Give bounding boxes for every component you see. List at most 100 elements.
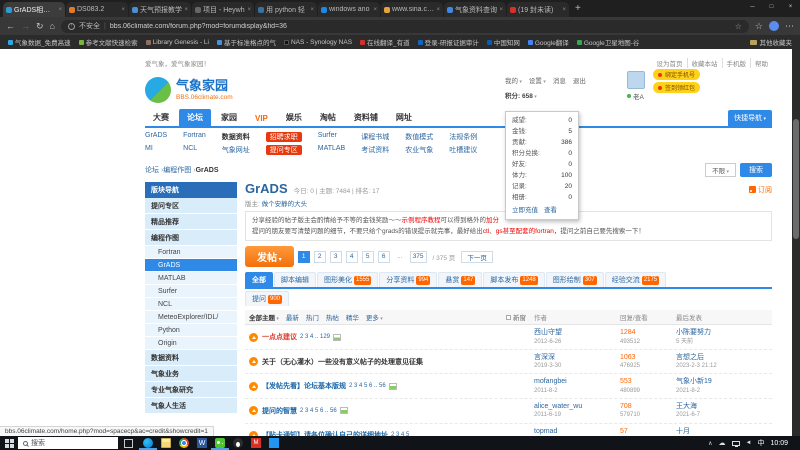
new-post-button[interactable]: 发帖 — [245, 246, 294, 267]
tab-close-icon[interactable]: × — [499, 7, 503, 13]
tab-script-edit[interactable]: 脚本编辑 — [274, 272, 316, 287]
sidebar-item-programming[interactable]: 编程作图 — [145, 230, 237, 246]
cloud-icon[interactable]: ☁ — [719, 439, 726, 447]
new-window-checkbox[interactable] — [506, 315, 511, 320]
user-avatar[interactable] — [627, 71, 645, 89]
taskbar-app-explorer[interactable] — [157, 436, 175, 450]
page-number[interactable]: 6 — [378, 251, 390, 263]
thread-lastpost-user[interactable]: 王大海 — [676, 402, 768, 411]
maximize-icon[interactable]: □ — [762, 0, 781, 14]
bookmark-item[interactable]: 基于标准格点的气 — [217, 37, 276, 47]
thread-lastpost-time[interactable]: 2021-6-7 — [676, 411, 768, 419]
thread-lastpost-user[interactable]: 小陈要努力 — [676, 328, 768, 337]
page-number[interactable]: 1 — [298, 251, 310, 263]
filter-hot-posts[interactable]: 热帖 — [326, 312, 339, 322]
top-link[interactable]: 设为首页 — [653, 58, 687, 68]
sidebar-item-meteoexplorer[interactable]: MeteoExplorer/IDL/ — [145, 311, 237, 324]
subnav-link[interactable]: GrADS — [145, 132, 167, 142]
thread-author[interactable]: 西山守望 — [534, 328, 620, 337]
browser-tab[interactable]: windows ano× — [318, 2, 380, 17]
sidebar-item-matlab[interactable]: MATLAB — [145, 272, 237, 285]
network-icon[interactable] — [732, 441, 740, 446]
tab-close-icon[interactable]: × — [58, 7, 62, 13]
nav-item-dasai[interactable]: 大赛 — [145, 109, 177, 126]
taskbar-app-chrome[interactable] — [175, 436, 193, 450]
top-link[interactable]: 手机版 — [722, 58, 751, 68]
browser-tab[interactable]: 项目 - Heywh× — [192, 2, 254, 17]
sidebar-item-surfer[interactable]: Surfer — [145, 285, 237, 298]
breadcrumb-item[interactable]: 论坛 — [145, 165, 163, 175]
recharge-link[interactable]: 立即充值 — [512, 205, 538, 216]
page-number[interactable]: 3 — [330, 251, 342, 263]
sidebar-item-qa[interactable]: 提问专区 — [145, 198, 237, 214]
other-bookmarks-folder[interactable]: 其他收藏夹 — [750, 37, 793, 47]
taskbar-app-word[interactable]: W — [193, 436, 211, 450]
back-icon[interactable]: ← — [6, 22, 15, 31]
site-logo-icon[interactable] — [145, 77, 171, 103]
minimize-icon[interactable]: ─ — [743, 0, 762, 14]
address-bar[interactable]: ! 不安全 | bbs.06climate.com/forum.php?mod=… — [61, 20, 749, 33]
thread-lastpost-time[interactable]: 5 天前 — [676, 338, 768, 346]
nav-item-forum[interactable]: 论坛 — [179, 109, 211, 126]
taskbar-app-qq[interactable] — [229, 436, 247, 450]
close-icon[interactable]: × — [781, 0, 800, 14]
subnav-link[interactable]: 数值模式 — [405, 132, 433, 142]
nav-item-taotie[interactable]: 淘帖 — [312, 109, 344, 126]
sidebar-item-fortran[interactable]: Fortran — [145, 246, 237, 259]
quick-nav-button[interactable]: 快捷导航 — [728, 110, 772, 126]
forward-icon[interactable]: → — [21, 22, 30, 31]
tab-close-icon[interactable]: × — [373, 7, 377, 13]
nav-item-vip[interactable]: VIP — [247, 111, 276, 126]
filter-hot[interactable]: 热门 — [306, 312, 319, 322]
favorite-star-icon[interactable]: ☆ — [735, 22, 742, 31]
tab-close-icon[interactable]: × — [184, 7, 188, 13]
subscribe-link[interactable]: 订阅 — [749, 185, 772, 195]
filter-digest[interactable]: 精华 — [346, 312, 359, 322]
top-link[interactable]: 收藏本站 — [687, 58, 722, 68]
subnav-link[interactable]: 气象网址 — [222, 145, 250, 155]
task-view-icon[interactable] — [124, 439, 133, 448]
taskbar-app-mail[interactable]: M — [247, 436, 265, 450]
profile-avatar[interactable] — [769, 21, 779, 31]
subnav-link[interactable]: MI — [145, 145, 167, 155]
thread-author[interactable]: topmad — [534, 427, 620, 436]
url-text[interactable]: bbs.06climate.com/forum.php?mod=forumdis… — [110, 23, 287, 30]
subnav-link[interactable]: Surfer — [318, 132, 346, 142]
score-dropdown[interactable]: 积分: 658 — [505, 90, 586, 100]
next-page-button[interactable]: 下一页 — [461, 251, 493, 263]
search-button[interactable]: 搜索 — [740, 163, 772, 177]
subnav-link[interactable]: 数据资料 — [222, 132, 250, 142]
new-window-toggle[interactable]: 新窗 — [506, 312, 526, 322]
bookmark-item[interactable]: 中国知网 — [487, 37, 520, 47]
tab-close-icon[interactable]: × — [310, 7, 314, 13]
my-menu[interactable]: 我的 — [505, 75, 522, 85]
site-logo-text[interactable]: 气象家园 BBS.06climate.com — [176, 79, 233, 100]
filter-more[interactable]: 更多 — [366, 312, 383, 322]
moderator-name[interactable]: 做个安静的大头 — [262, 201, 308, 208]
sidebar-item-python[interactable]: Python — [145, 324, 237, 337]
breadcrumb-item[interactable]: 编程作图 — [163, 165, 195, 175]
home-icon[interactable]: ⌂ — [50, 22, 55, 31]
nav-item-fun[interactable]: 娱乐 — [278, 109, 310, 126]
bookmark-item[interactable]: Library Genesis - Li — [146, 39, 209, 46]
thread-title[interactable]: 关于（无心灌水）一些没有意义帖子的处理意见征集 — [262, 357, 423, 367]
thread-lastpost-time[interactable]: 2023-2-3 21:12 — [676, 362, 768, 370]
volume-icon[interactable]: ◄ — [746, 440, 752, 446]
bookmark-item[interactable]: Google卫星地图-谷 — [577, 37, 640, 47]
tab-close-icon[interactable]: × — [121, 7, 125, 13]
subnav-link[interactable]: NCL — [183, 145, 206, 155]
tab-experience[interactable]: 经验交流2175 — [605, 272, 666, 287]
logout-link[interactable]: 退出 — [573, 75, 586, 85]
tab-script-release[interactable]: 脚本发布1248 — [483, 272, 544, 287]
page-number[interactable]: 5 — [362, 251, 374, 263]
browser-tab[interactable]: 天气预报教学× — [129, 2, 191, 17]
thread-pagination[interactable]: 2 3 4 .. 129 — [300, 334, 330, 340]
nav-item-home[interactable]: 家园 — [213, 109, 245, 126]
clock[interactable]: 10:09 — [770, 440, 788, 447]
new-tab-button[interactable]: + — [575, 4, 581, 14]
browser-tab[interactable]: DS083.2× — [66, 2, 128, 17]
tab-share[interactable]: 分享资料994 — [379, 272, 437, 287]
tray-expand-icon[interactable]: ∧ — [708, 440, 712, 447]
sidebar-item-origin[interactable]: Origin — [145, 337, 237, 350]
subnav-link[interactable]: 吐槽建议 — [449, 145, 477, 155]
